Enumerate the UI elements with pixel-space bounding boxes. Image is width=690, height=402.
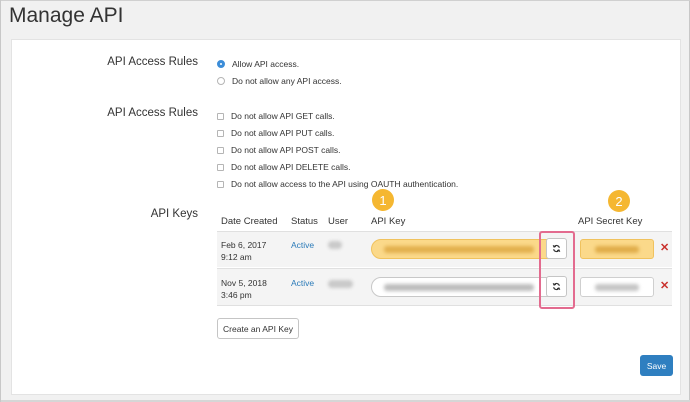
call-rules-label: API Access Rules: [107, 107, 198, 119]
column-date-created: Date Created: [221, 216, 278, 227]
checkbox[interactable]: [217, 112, 224, 120]
callout-badge-1: 1: [372, 189, 394, 211]
api-key-field[interactable]: [371, 239, 567, 259]
radio-label: Allow API access.: [232, 59, 300, 69]
api-secret-key-redacted: [595, 246, 639, 253]
close-icon[interactable]: ✕: [660, 241, 669, 254]
api-key-redacted: [384, 284, 534, 291]
api-secret-key-redacted: [595, 284, 639, 291]
radio-allow-api[interactable]: Allow API access.: [217, 59, 299, 69]
close-icon[interactable]: ✕: [660, 279, 669, 292]
status-link[interactable]: Active: [291, 239, 314, 251]
radio-deny-api[interactable]: Do not allow any API access.: [217, 76, 342, 86]
api-key-redacted: [384, 246, 534, 253]
callout-highlight-box: [539, 231, 575, 309]
save-button[interactable]: Save: [640, 355, 673, 376]
page-title: Manage API: [9, 4, 124, 27]
api-secret-key-field[interactable]: [580, 239, 654, 259]
date-created: Nov 5, 2018: [221, 278, 267, 288]
checkbox[interactable]: [217, 146, 224, 154]
checkbox-no-put[interactable]: Do not allow API PUT calls.: [217, 128, 334, 138]
column-api-key: API Key: [371, 216, 406, 227]
checkbox-no-get[interactable]: Do not allow API GET calls.: [217, 111, 335, 121]
radio-button[interactable]: [217, 77, 225, 85]
settings-panel: API Access Rules Allow API access. Do no…: [11, 39, 681, 395]
radio-button[interactable]: [217, 60, 225, 68]
checkbox-no-oauth[interactable]: Do not allow access to the API using OAU…: [217, 179, 458, 189]
column-user: User: [328, 216, 349, 227]
api-key-field[interactable]: [371, 277, 567, 297]
radio-label: Do not allow any API access.: [232, 76, 342, 86]
checkbox-no-post[interactable]: Do not allow API POST calls.: [217, 145, 340, 155]
checkbox-label: Do not allow API POST calls.: [231, 145, 341, 155]
api-keys-label: API Keys: [150, 208, 198, 220]
date-cell: Feb 6, 2017 9:12 am: [221, 239, 266, 263]
top-divider: [1, 0, 690, 1]
checkbox-label: Do not allow access to the API using OAU…: [231, 179, 459, 189]
column-status: Status: [291, 216, 318, 227]
checkbox[interactable]: [217, 163, 224, 171]
checkbox-no-delete[interactable]: Do not allow API DELETE calls.: [217, 162, 351, 172]
callout-badge-2: 2: [608, 190, 630, 212]
access-rules-label: API Access Rules: [107, 56, 198, 68]
create-api-key-button[interactable]: Create an API Key: [217, 318, 299, 339]
date-cell: Nov 5, 2018 3:46 pm: [221, 277, 267, 301]
checkbox-label: Do not allow API DELETE calls.: [231, 162, 351, 172]
checkbox[interactable]: [217, 129, 224, 137]
api-secret-key-field[interactable]: [580, 277, 654, 297]
checkbox[interactable]: [217, 180, 224, 188]
status-link[interactable]: Active: [291, 277, 314, 289]
time-created: 9:12 am: [221, 252, 252, 262]
time-created: 3:46 pm: [221, 290, 252, 300]
checkbox-label: Do not allow API GET calls.: [231, 111, 335, 121]
date-created: Feb 6, 2017: [221, 240, 267, 250]
user-name-redacted: [328, 280, 353, 288]
column-api-secret-key: API Secret Key: [578, 216, 643, 227]
user-name-redacted: [328, 241, 342, 249]
checkbox-label: Do not allow API PUT calls.: [231, 128, 335, 138]
